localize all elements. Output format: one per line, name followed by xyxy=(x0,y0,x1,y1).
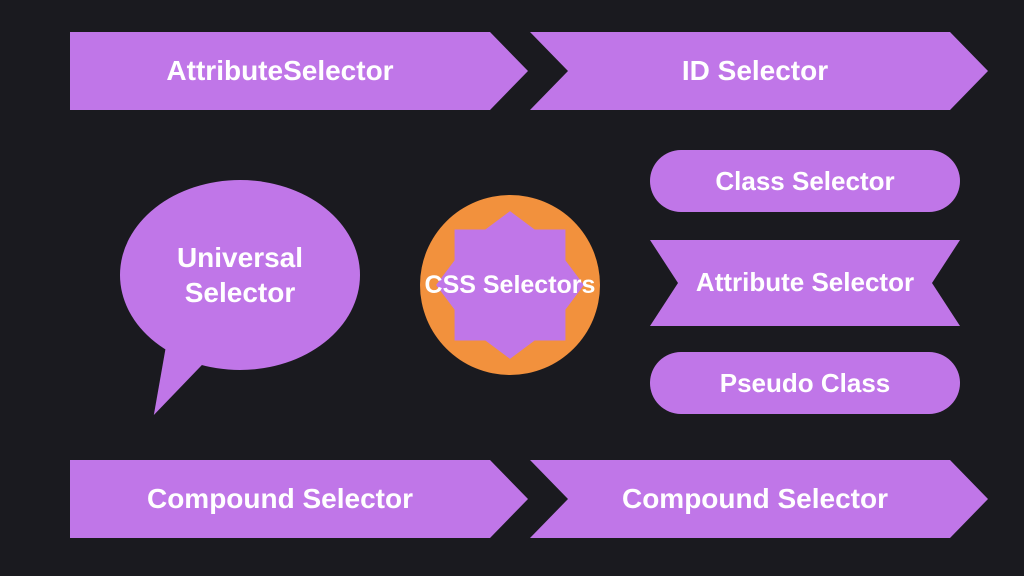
pill-class-selector: Class Selector xyxy=(650,150,960,212)
label: Universal Selector xyxy=(120,240,360,310)
pill-pseudo-class: Pseudo Class xyxy=(650,352,960,414)
label: CSS Selectors xyxy=(420,195,600,375)
arrow-compound-selector-left: Compound Selector xyxy=(70,460,490,538)
label: Compound Selector xyxy=(622,483,888,515)
label: Compound Selector xyxy=(147,483,413,515)
label: Pseudo Class xyxy=(720,368,891,399)
label: ID Selector xyxy=(682,55,828,87)
arrow-id-selector: ID Selector xyxy=(530,32,950,110)
label: Attribute Selector xyxy=(696,267,914,298)
ribbon-attribute-selector: Attribute Selector xyxy=(650,240,960,326)
arrow-attribute-selector-top: AttributeSelector xyxy=(70,32,490,110)
speech-bubble-universal-selector: Universal Selector xyxy=(120,180,360,370)
arrow-compound-selector-right: Compound Selector xyxy=(530,460,950,538)
label: AttributeSelector xyxy=(166,55,393,87)
label: Class Selector xyxy=(715,166,894,197)
center-badge-css-selectors: CSS Selectors xyxy=(420,195,600,375)
